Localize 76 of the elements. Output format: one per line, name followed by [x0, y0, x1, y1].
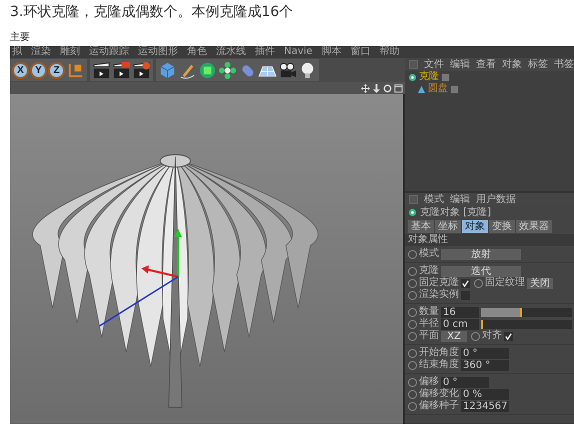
checked-checkbox[interactable]: [461, 278, 470, 288]
field-label: 固定纹理: [485, 277, 525, 289]
animate-toggle-icon[interactable]: [471, 332, 480, 340]
menu-item[interactable]: 模式: [424, 193, 444, 206]
number-field[interactable]: 0 °: [461, 348, 509, 358]
dropdown[interactable]: 迭代: [441, 266, 521, 276]
menu-item[interactable]: 用户数据: [476, 193, 516, 206]
field-label: 对齐: [482, 330, 502, 342]
menu-item[interactable]: 运动跟踪: [89, 46, 129, 58]
object-name[interactable]: 圆盘: [428, 83, 448, 95]
dropdown[interactable]: 关闭: [527, 278, 553, 288]
menu-item[interactable]: 查看: [476, 58, 496, 71]
tab[interactable]: 基本: [408, 220, 434, 233]
rotate-icon[interactable]: [383, 84, 392, 92]
cloner-icon: [408, 208, 417, 217]
axis-gizmo-icon[interactable]: [99, 228, 182, 326]
menu-item[interactable]: 帮助: [379, 46, 400, 58]
number-field[interactable]: 1234567: [461, 400, 509, 412]
checked-checkbox[interactable]: [504, 332, 513, 340]
menu-item[interactable]: 插件: [255, 46, 275, 58]
axis-button[interactable]: Y: [30, 62, 47, 78]
field-label: 克隆: [419, 265, 439, 276]
field-label: 偏移种子: [419, 400, 459, 412]
clapperboard-icon[interactable]: [112, 60, 131, 80]
flower-icon[interactable]: [218, 60, 237, 80]
object-title: 克隆对象 [克隆]: [420, 206, 491, 219]
menu-item[interactable]: 角色: [187, 46, 207, 58]
field-label: 数量: [419, 306, 439, 318]
tab[interactable]: 变换: [489, 220, 515, 233]
menu-item[interactable]: Navie: [284, 46, 312, 58]
number-field[interactable]: 0 cm: [441, 318, 479, 330]
slider-fill[interactable]: [481, 308, 522, 316]
tab[interactable]: 效果器: [516, 220, 552, 233]
menu-item[interactable]: 书签: [554, 58, 574, 71]
shape-icon[interactable]: [198, 60, 217, 80]
window-icon[interactable]: [394, 84, 403, 92]
menu-item[interactable]: 编辑: [450, 193, 470, 206]
field-label: 固定克隆: [419, 277, 459, 288]
move-icon[interactable]: [361, 84, 370, 92]
dropdown[interactable]: 放射: [441, 248, 521, 260]
heading-text: 3.环状克隆，克隆成偶数个。本例克隆成16个: [9, 3, 294, 22]
axis-button[interactable]: Z: [48, 62, 65, 78]
section-label: 主要: [9, 30, 31, 45]
number-field[interactable]: 0 °: [441, 376, 489, 388]
field-label: 偏移变化: [419, 388, 459, 400]
number-field[interactable]: 360 °: [461, 360, 509, 370]
down-arrow-icon[interactable]: [372, 84, 381, 92]
cube-icon[interactable]: [158, 60, 177, 80]
menu-item[interactable]: 标签: [528, 58, 548, 71]
panel-handle-icon[interactable]: [409, 195, 418, 204]
camera-icon[interactable]: [278, 60, 297, 80]
field-label: 偏移: [419, 376, 439, 388]
field-label: 模式: [419, 248, 439, 260]
field-label: 结束角度: [419, 359, 459, 371]
section-header: 对象属性: [405, 234, 574, 246]
clapperboard-icon[interactable]: [132, 60, 151, 80]
field-label: 渲染实例: [419, 289, 459, 301]
clapperboard-icon[interactable]: [92, 60, 111, 80]
field-label: 半径: [419, 318, 439, 330]
menu-item[interactable]: 编辑: [450, 58, 470, 71]
dropdown[interactable]: XZ: [441, 330, 467, 342]
tab[interactable]: 对象: [462, 220, 488, 233]
panel-handle-icon[interactable]: [409, 60, 418, 69]
menu-item[interactable]: 脚本: [321, 46, 342, 58]
animate-toggle-icon[interactable]: [474, 278, 483, 288]
menu-item[interactable]: 对象: [502, 58, 522, 71]
tab[interactable]: 坐标: [435, 220, 461, 233]
cloner-icon: [408, 72, 417, 82]
menu-item[interactable]: 运动图形: [138, 46, 178, 58]
object-name[interactable]: 克隆: [419, 71, 439, 83]
number-field[interactable]: 16: [441, 306, 479, 318]
menu-item[interactable]: 文件: [424, 58, 444, 71]
field-label: 开始角度: [419, 347, 459, 358]
axis-button[interactable]: X: [12, 62, 29, 78]
field-label: 平面: [419, 330, 439, 342]
number-field[interactable]: 0 %: [461, 388, 509, 400]
